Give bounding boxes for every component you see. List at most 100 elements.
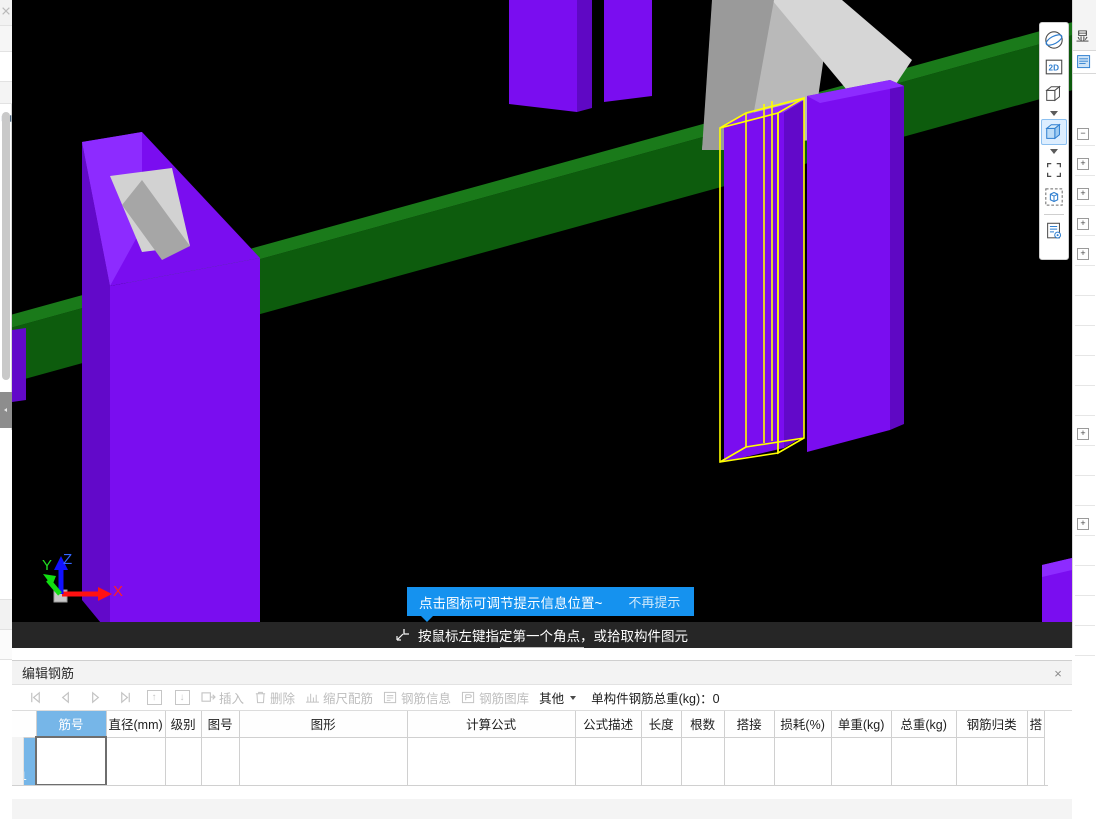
tree-node-12[interactable] [1075, 482, 1095, 506]
grid-cell-genshu[interactable] [680, 736, 725, 786]
grid-column-header-sunhao[interactable]: 损耗(%) [773, 711, 832, 738]
other-label: 其他 [539, 692, 565, 706]
other-menu-button[interactable]: 其他 [534, 687, 581, 709]
tree-node-11[interactable] [1075, 452, 1095, 476]
select-region-icon[interactable] [1041, 157, 1067, 183]
hint-tooltip[interactable]: 点击图标可调节提示信息位置~ 不再提示 [407, 587, 695, 622]
grid-cell-tuxing[interactable] [238, 736, 408, 786]
rebar-library-button[interactable]: 钢筋图库 [456, 687, 534, 709]
left-rail-segment-top [0, 0, 12, 26]
tree-expand-icon-4[interactable]: + [1077, 247, 1089, 260]
move-up-button[interactable]: ↑ [140, 687, 168, 709]
tree-collapse-icon[interactable]: − [1077, 127, 1089, 140]
view-3d-icon[interactable] [1041, 81, 1067, 107]
grid-column-header-jisuangongshi[interactable]: 计算公式 [406, 711, 576, 738]
grid-cell-jibie[interactable] [164, 736, 202, 786]
tree-node-17[interactable] [1075, 632, 1095, 656]
tree-node-15[interactable] [1075, 572, 1095, 596]
rebar-info-button[interactable]: 钢筋信息 [378, 687, 456, 709]
view-solid-dropdown-icon[interactable] [1041, 146, 1067, 157]
isolate-element-icon[interactable] [1041, 184, 1067, 210]
grid-cell-jinhao[interactable] [35, 736, 107, 786]
display-settings-icon[interactable] [1041, 218, 1067, 244]
delete-label: 删除 [270, 692, 296, 706]
3d-viewport[interactable]: X Y Z 点击图标可调节提示信息位置~ 不再提示 按鼠标左键指定第一个角点，或… [12, 0, 1072, 648]
edit-rebar-header: 编辑钢筋 × [12, 661, 1072, 685]
tree-expand-icon-2[interactable]: + [1077, 187, 1089, 200]
view-2d-icon[interactable]: 2D [1041, 54, 1067, 80]
tree-node-4[interactable]: + [1075, 242, 1095, 266]
left-rail-scroll-track[interactable] [2, 112, 10, 380]
tree-node-9[interactable] [1075, 392, 1095, 416]
grid-cell-zhijing[interactable] [105, 736, 166, 786]
right-dock-tab[interactable] [1073, 50, 1096, 74]
grid-column-header-genshu[interactable]: 根数 [680, 711, 725, 738]
pin-icon[interactable] [1, 6, 11, 16]
grid-corner-header [12, 711, 37, 738]
left-rail-segment-f [0, 430, 12, 600]
tree-node-16[interactable] [1075, 602, 1095, 626]
pick-point-icon [396, 628, 412, 642]
grid-column-header-zongzhong[interactable]: 总重(kg) [890, 711, 957, 738]
grid-column-header-more[interactable]: 搭 [1026, 711, 1046, 738]
grid-cell-changdu[interactable] [640, 736, 682, 786]
left-rail-segment-c[interactable] [0, 52, 12, 122]
grid-cell-sunhao[interactable] [773, 736, 832, 786]
tree-node-10[interactable]: + [1075, 422, 1095, 446]
grid-cell-tuhao[interactable] [200, 736, 240, 786]
grid-column-header-tuxing[interactable]: 图形 [238, 711, 408, 738]
grid-column-header-zhijing[interactable]: 直径(mm) [105, 711, 166, 738]
view-3d-dropdown-icon[interactable] [1041, 108, 1067, 119]
grid-cell-dajie[interactable] [723, 736, 775, 786]
close-icon[interactable]: × [1050, 665, 1066, 681]
tree-expand-icon-10[interactable]: + [1077, 427, 1089, 440]
orbit-icon[interactable] [1041, 27, 1067, 53]
tree-expand-icon-3[interactable]: + [1077, 217, 1089, 230]
next-record-button[interactable] [80, 687, 110, 709]
grid-cell-gangjinguilei[interactable] [955, 736, 1028, 786]
delete-button[interactable]: 删除 [249, 687, 300, 709]
scene-geometry [12, 0, 1072, 640]
grid-cell-jisuangongshi[interactable] [406, 736, 576, 786]
tree-expand-icon-1[interactable]: + [1077, 157, 1089, 170]
last-record-button[interactable] [110, 687, 140, 709]
arrow-down-icon: ↓ [174, 690, 190, 705]
grid-cell-more[interactable] [1026, 736, 1046, 786]
tree-node-7[interactable] [1075, 332, 1095, 356]
status-bar-text: 按鼠标左键指定第一个角点，或拾取构件图元 [418, 629, 688, 644]
grid-column-header-gongshimiaoshu[interactable]: 公式描述 [574, 711, 642, 738]
tree-node-3[interactable]: + [1075, 212, 1095, 236]
left-rail-splitter[interactable] [0, 392, 12, 428]
tree-node-13[interactable]: + [1075, 512, 1095, 536]
axis-label-y: Y [42, 557, 52, 574]
table-row[interactable]: 1 [12, 736, 1046, 786]
hint-dismiss-link[interactable]: 不再提示 [628, 592, 680, 611]
grid-cell-gongshimiaoshu[interactable] [574, 736, 642, 786]
first-record-button[interactable] [20, 687, 50, 709]
panel-bottom-strip [12, 799, 1072, 819]
grid-column-header-danzhong[interactable]: 单重(kg) [830, 711, 892, 738]
tree-node-6[interactable] [1075, 302, 1095, 326]
grid-column-header-dajie[interactable]: 搭接 [723, 711, 775, 738]
insert-button[interactable]: 插入 [196, 687, 249, 709]
grid-column-header-jinhao[interactable]: 筋号 [35, 711, 107, 738]
grid-column-header-tuhao[interactable]: 图号 [200, 711, 240, 738]
grid-cell-zongzhong[interactable] [890, 736, 957, 786]
grid-column-header-jibie[interactable]: 级别 [164, 711, 202, 738]
grid-column-header-gangjinguilei[interactable]: 钢筋归类 [955, 711, 1028, 738]
tree-expand-icon-13[interactable]: + [1077, 517, 1089, 530]
tree-node-1[interactable]: + [1075, 152, 1095, 176]
scale-rebar-button[interactable]: 缩尺配筋 [300, 687, 378, 709]
tree-node-14[interactable] [1075, 542, 1095, 566]
tree-node-5[interactable] [1075, 272, 1095, 296]
move-down-button[interactable]: ↓ [168, 687, 196, 709]
tree-node-root[interactable]: − [1075, 122, 1095, 146]
grid-cell-danzhong[interactable] [830, 736, 892, 786]
tree-node-2[interactable]: + [1075, 182, 1095, 206]
grid-column-header-changdu[interactable]: 长度 [640, 711, 682, 738]
prev-record-button[interactable] [50, 687, 80, 709]
chevron-down-icon [570, 695, 577, 700]
left-rail-segment-b [0, 26, 12, 52]
tree-node-8[interactable] [1075, 362, 1095, 386]
view-solid-icon[interactable] [1041, 119, 1067, 145]
